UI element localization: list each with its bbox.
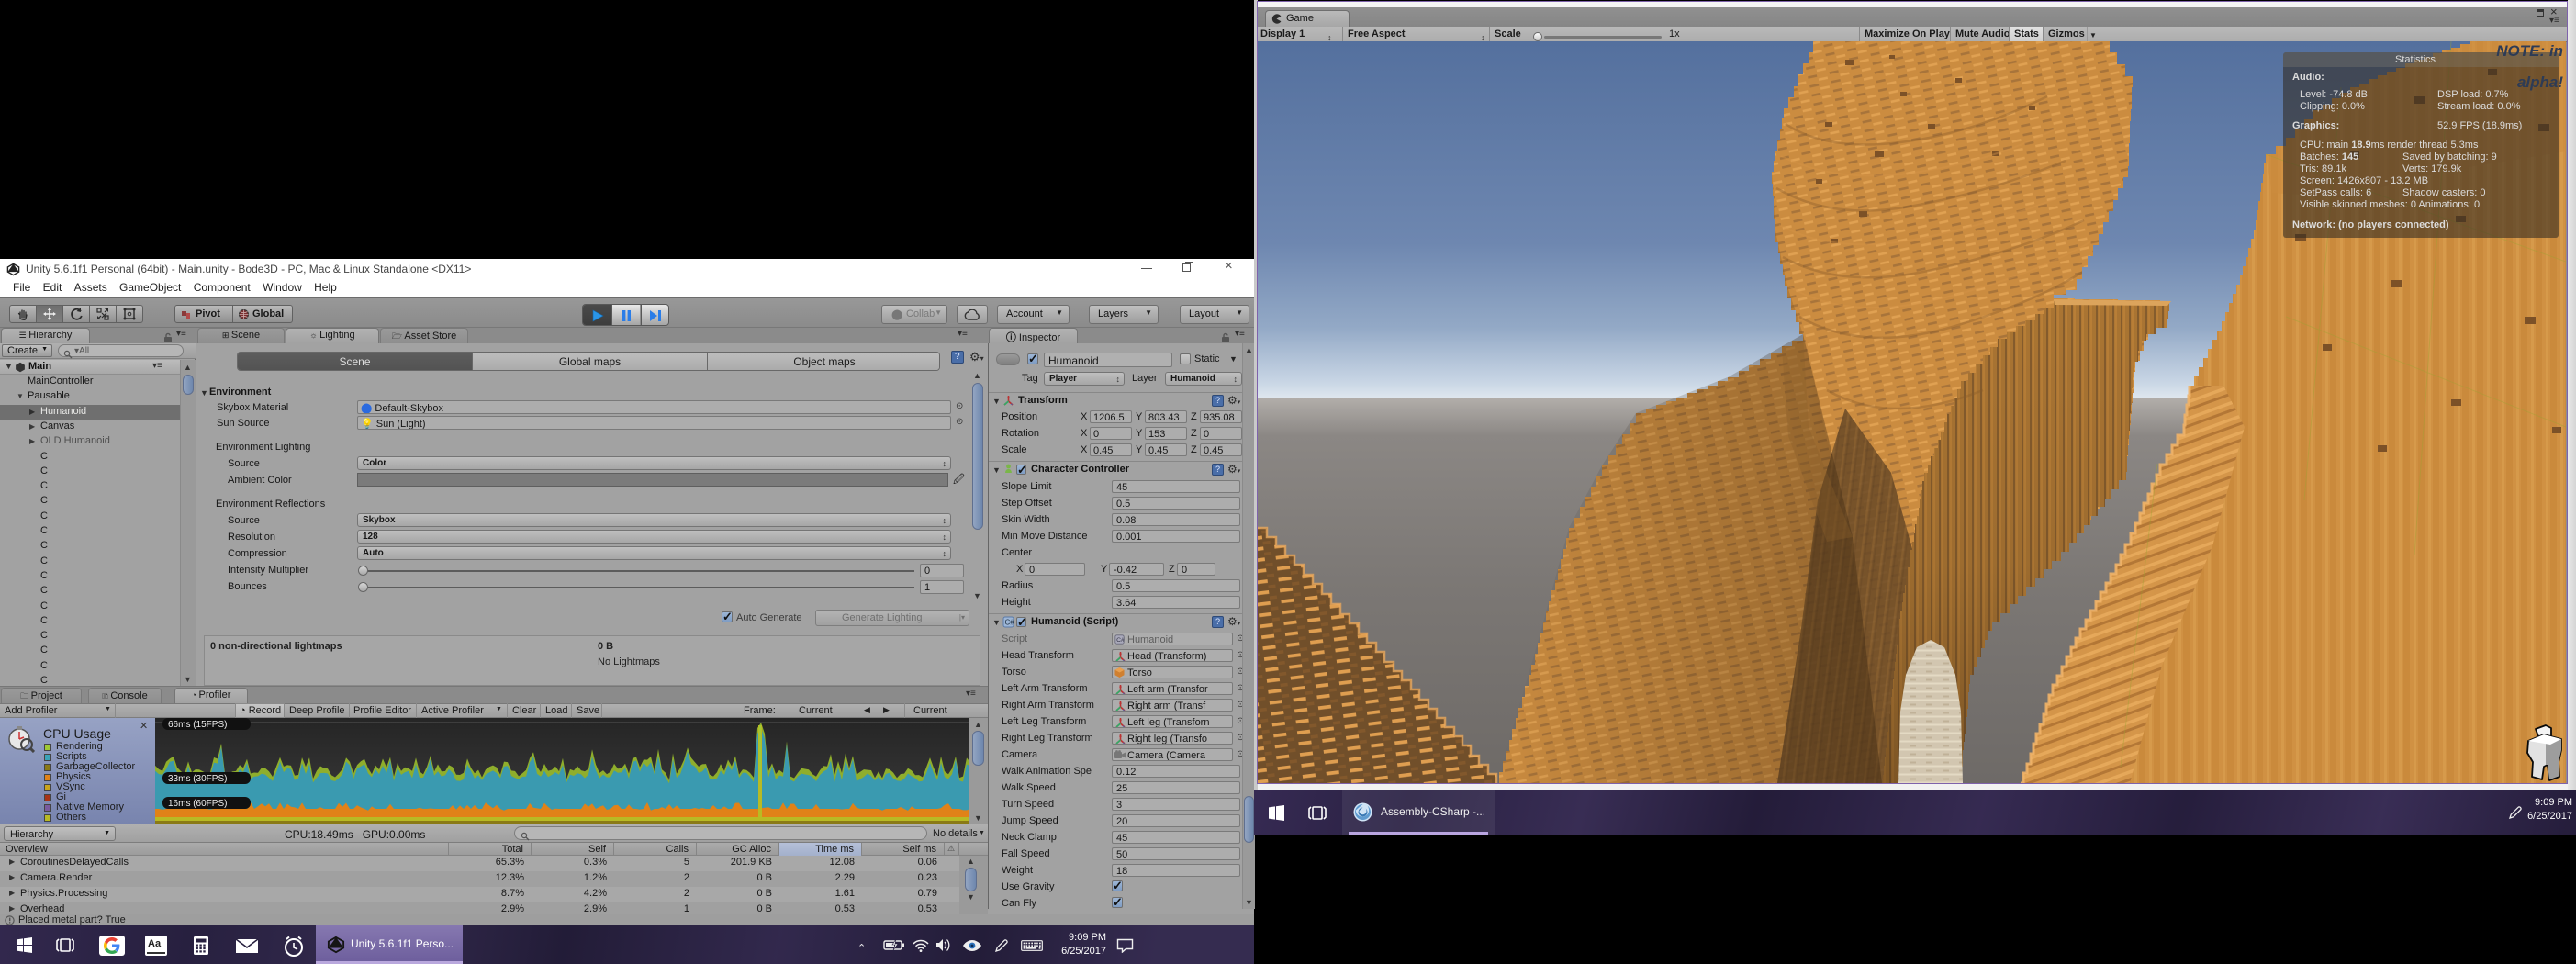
svg-text:C#: C# [1116, 637, 1125, 644]
svg-text:66ms (15FPS): 66ms (15FPS) [168, 720, 227, 730]
svg-text:16ms (60FPS): 16ms (60FPS) [168, 799, 227, 809]
svg-text:C#: C# [1005, 619, 1015, 627]
svg-text:33ms (30FPS): 33ms (30FPS) [168, 774, 227, 784]
